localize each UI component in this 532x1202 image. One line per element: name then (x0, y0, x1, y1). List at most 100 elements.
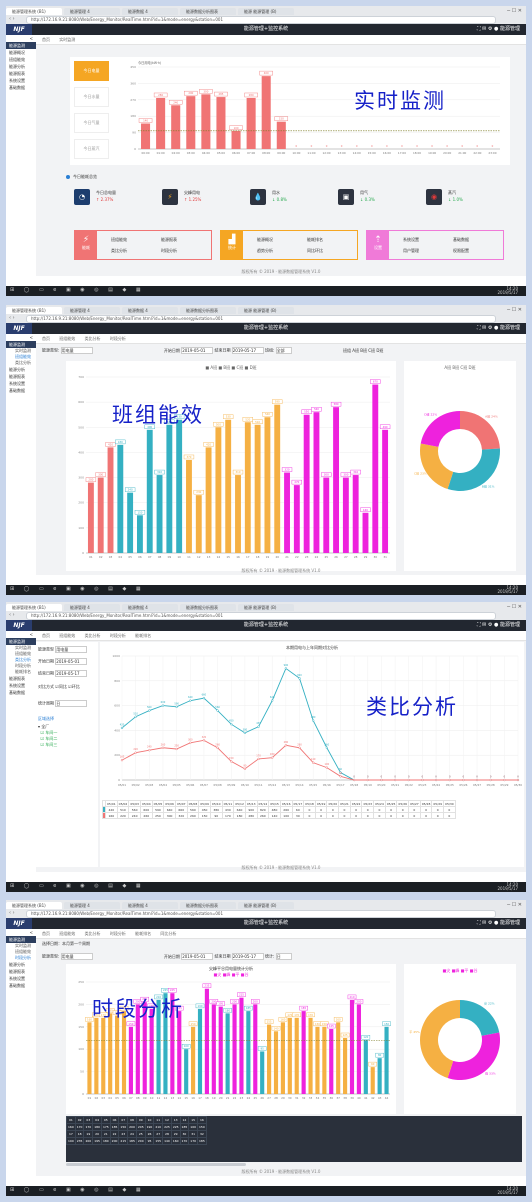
taskbar-icons[interactable]: ⊞ ◯ ▭ e ▣ ◉ ◎ ▤ ◆ ▦ (10, 586, 145, 592)
crumb[interactable]: 时段分析 (110, 633, 126, 638)
browser-tab[interactable]: 能源管理 4 (64, 902, 120, 909)
crumb[interactable]: 班组能效 (59, 336, 75, 341)
quick-link[interactable]: 类比分析 (111, 248, 127, 254)
start-date-input[interactable]: 2019-05-01 (181, 347, 214, 354)
header-icons[interactable]: ⛶ ✉ ⚙ ● 能源管理 (477, 620, 520, 631)
sidebar-item[interactable]: 能源监测 (6, 42, 36, 49)
sidebar-item[interactable]: 能源分析 (6, 366, 36, 373)
taskbar-icons[interactable]: ⊞ ◯ ▭ e ▣ ◉ ◎ ▤ ◆ ▦ (10, 883, 145, 889)
crumb[interactable]: 能耗排名 (135, 633, 151, 638)
address-bar[interactable]: http://172.16.9.21:8080/Web/Energy_Monit… (26, 612, 496, 620)
compare-checkboxes[interactable]: ☑同比 ☑环比 (55, 684, 79, 689)
crumb[interactable]: 班组能效 (59, 633, 75, 638)
crumb[interactable]: 实时监测 (59, 37, 75, 42)
header-icons[interactable]: ⛶ ✉ ⚙ ● 能源管理 (477, 24, 520, 35)
header-icons[interactable]: ⛶ ✉ ⚙ ● 能源管理 (477, 918, 520, 929)
energy-type-select[interactable]: 用电量 (60, 347, 93, 354)
quick-link[interactable]: 基础数据 (453, 237, 469, 243)
team-select[interactable]: 全部 (275, 347, 292, 354)
browser-tab[interactable]: 能源数据分析图表 (180, 8, 236, 15)
sidebar-item[interactable]: 能源分析 (6, 63, 36, 70)
horizontal-scrollbar[interactable] (66, 1163, 246, 1166)
browser-tab[interactable]: 能源管理系统 (B1) (6, 307, 62, 314)
window-controls[interactable]: ─ ☐ ✕ (507, 307, 522, 313)
browser-tab[interactable]: 能源 能源管理 (B) (238, 307, 294, 314)
crumb[interactable]: 类比分析 (85, 931, 101, 936)
crumb[interactable]: 类比分析 (85, 336, 101, 341)
taskbar-icons[interactable]: ⊞ ◯ ▭ e ▣ ◉ ◎ ▤ ◆ ▦ (10, 287, 145, 293)
quick-box-header[interactable]: ▟ 统计 (221, 231, 243, 259)
nav-arrows-icon[interactable]: ‹ › (9, 910, 15, 916)
browser-tab[interactable]: 能源管理系统 (B1) (6, 604, 62, 611)
period-select[interactable]: 日 (55, 700, 88, 707)
start-date-input[interactable]: 2019-05-01 (181, 953, 214, 960)
sidebar-toggle[interactable]: < (6, 35, 36, 42)
quick-link[interactable]: 能源概况 (257, 237, 273, 243)
crumb[interactable]: 首页 (42, 37, 50, 42)
browser-tab[interactable]: 能源管理系统 (B1) (6, 8, 62, 15)
energy-type-select[interactable]: 用电量 (55, 646, 88, 653)
quick-link[interactable]: 同比环比 (307, 248, 323, 254)
today-steam-button[interactable]: 今日蒸汽 (74, 139, 109, 159)
sidebar-toggle[interactable]: < (6, 631, 36, 638)
window-controls[interactable]: ─ ☐ ✕ (507, 604, 522, 610)
sidebar-item[interactable]: 系统设置 (6, 380, 36, 387)
address-bar[interactable]: http://172.16.9.21:8080/Web/Energy_Monit… (26, 16, 496, 24)
address-bar[interactable]: http://172.16.9.21:8080/Web/Energy_Monit… (26, 910, 496, 918)
quick-link[interactable]: 能耗排名 (307, 237, 323, 243)
period-select[interactable]: 日 (275, 953, 292, 960)
quick-box-header[interactable]: ⚡ 能耗 (75, 231, 97, 259)
sidebar-item[interactable]: 系统设置 (6, 682, 36, 689)
quick-link[interactable]: 趋势分析 (257, 248, 273, 254)
tree-node[interactable]: ☑ 车间三 (38, 742, 58, 748)
window-controls[interactable]: ─ ☐ ✕ (507, 902, 522, 908)
quick-link[interactable]: 能源报表 (161, 237, 177, 243)
crumb[interactable]: 同比分析 (160, 931, 176, 936)
sidebar-item[interactable]: 能源报表 (6, 675, 36, 682)
browser-tab[interactable]: 能源数据分析图表 (180, 604, 236, 611)
browser-tab[interactable]: 能源数据 4 (122, 307, 178, 314)
sidebar-item[interactable]: 能源报表 (6, 373, 36, 380)
sidebar-item[interactable]: 基础数据 (6, 84, 36, 91)
sidebar-item[interactable]: 能源报表 (6, 968, 36, 975)
address-bar[interactable]: http://172.16.9.21:8080/Web/Energy_Monit… (26, 315, 496, 323)
sidebar-item[interactable]: 系统设置 (6, 975, 36, 982)
quick-link[interactable]: 班组能效 (111, 237, 127, 243)
browser-tab[interactable]: 能源 能源管理 (B) (238, 604, 294, 611)
energy-type-select[interactable]: 用电量 (60, 953, 93, 960)
browser-tab[interactable]: 能源管理 4 (64, 8, 120, 15)
today-water-button[interactable]: 今日水量 (74, 87, 109, 107)
quick-link[interactable]: 时段分析 (161, 248, 177, 254)
today-power-button[interactable]: 今日电量 (74, 61, 109, 81)
browser-tab[interactable]: 能源数据 4 (122, 902, 178, 909)
browser-tab[interactable]: 能源 能源管理 (B) (238, 902, 294, 909)
crumb[interactable]: 班组能效 (59, 931, 75, 936)
crumb[interactable]: 时段分析 (110, 931, 126, 936)
browser-tab[interactable]: 能源管理 4 (64, 307, 120, 314)
crumb[interactable]: 类比分析 (85, 633, 101, 638)
sidebar-item[interactable]: 基础数据 (6, 689, 36, 696)
browser-tab[interactable]: 能源数据分析图表 (180, 902, 236, 909)
sidebar-item[interactable]: 能源概况 (6, 49, 36, 56)
sidebar-item[interactable]: 能源报表 (6, 70, 36, 77)
sidebar-item[interactable]: 能源分析 (6, 961, 36, 968)
crumb[interactable]: 能耗排名 (135, 931, 151, 936)
nav-arrows-icon[interactable]: ‹ › (9, 612, 15, 618)
browser-tab[interactable]: 能源数据分析图表 (180, 307, 236, 314)
sidebar-item[interactable]: 能源监测 (6, 936, 36, 943)
crumb[interactable]: 首页 (42, 931, 50, 936)
browser-tab[interactable]: 能源数据 4 (122, 604, 178, 611)
sidebar-item[interactable]: 基础数据 (6, 982, 36, 989)
sidebar-toggle[interactable]: < (6, 334, 36, 341)
nav-arrows-icon[interactable]: ‹ › (9, 16, 15, 22)
quick-link[interactable]: 权限配置 (453, 248, 469, 254)
browser-tab[interactable]: 能源数据 4 (122, 8, 178, 15)
browser-tab[interactable]: 能源 能源管理 (B) (238, 8, 294, 15)
header-icons[interactable]: ⛶ ✉ ⚙ ● 能源管理 (477, 323, 520, 334)
sidebar-toggle[interactable]: < (6, 929, 36, 936)
end-date-input[interactable]: 2019-05-17 (231, 953, 264, 960)
crumb[interactable]: 首页 (42, 336, 50, 341)
sidebar-item[interactable]: 系统设置 (6, 77, 36, 84)
sidebar-item[interactable]: 能源监测 (6, 638, 36, 645)
end-date-input[interactable]: 2019-05-17 (55, 670, 88, 677)
